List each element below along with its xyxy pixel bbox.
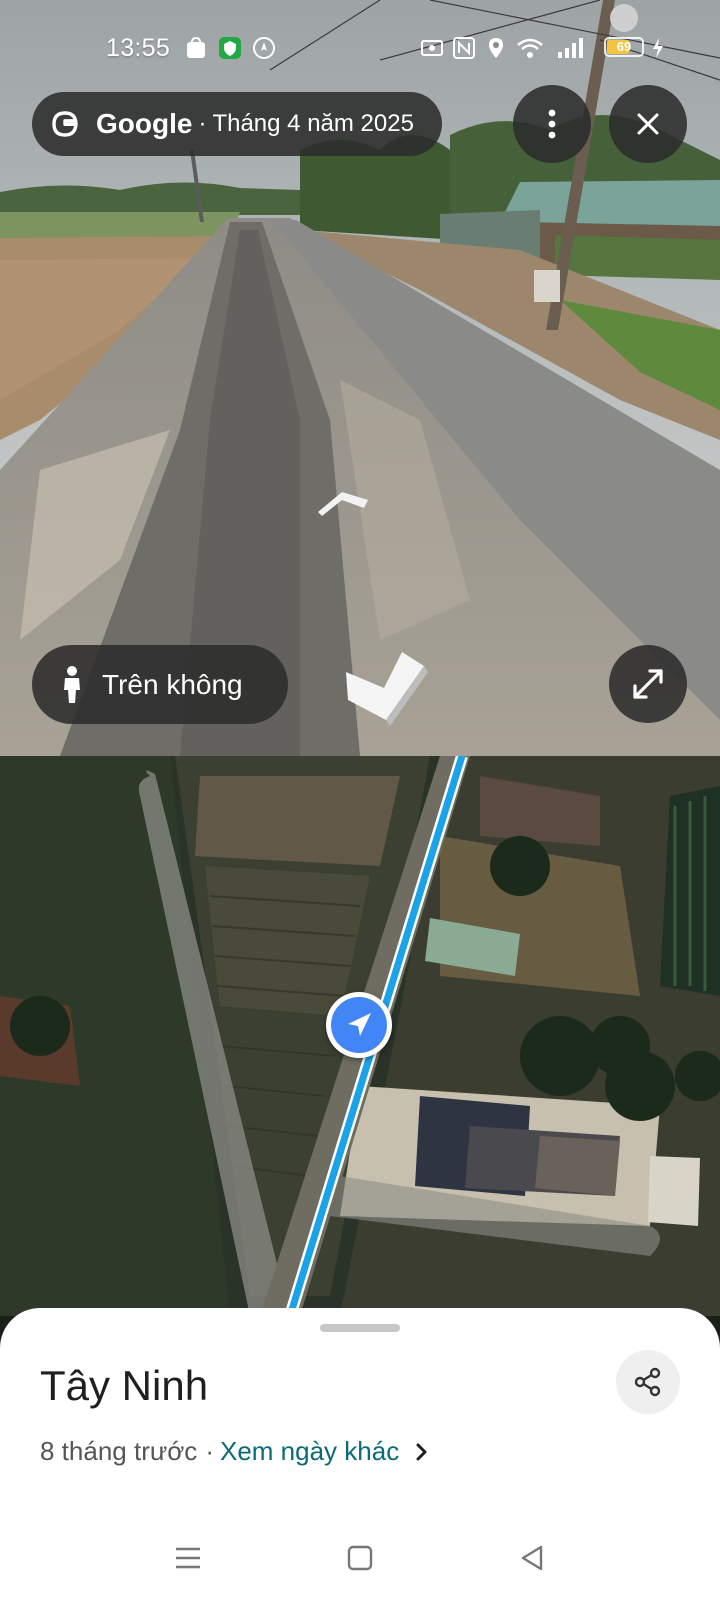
charging-icon xyxy=(650,36,674,60)
menu-icon xyxy=(176,1547,200,1569)
more-vertical-icon xyxy=(548,109,556,139)
signal-icon xyxy=(556,36,583,60)
google-g-logo xyxy=(52,111,78,137)
google-brand: Google xyxy=(96,108,193,139)
home-square-icon xyxy=(347,1545,373,1571)
current-location-marker[interactable] xyxy=(326,992,392,1058)
share-button[interactable] xyxy=(616,1350,680,1414)
menu-button[interactable] xyxy=(168,1538,208,1578)
more-options-button[interactable] xyxy=(513,85,591,163)
shield-icon xyxy=(218,36,242,60)
aerial-view-button[interactable]: Trên không xyxy=(32,645,288,724)
capture-date-pill[interactable]: Google · Tháng 4 năm 2025 xyxy=(32,92,442,156)
drag-handle[interactable] xyxy=(320,1324,400,1332)
close-icon xyxy=(637,113,659,135)
navigation-arrow-icon xyxy=(348,1013,371,1036)
home-button[interactable] xyxy=(340,1538,380,1578)
nfc-icon xyxy=(420,36,444,60)
expand-diagonal-icon xyxy=(633,669,663,699)
expand-button[interactable] xyxy=(609,645,687,723)
system-nav-bar xyxy=(0,1520,720,1600)
chevron-right-icon[interactable] xyxy=(415,1442,429,1462)
pegman-icon xyxy=(64,665,80,703)
separator: · xyxy=(198,110,207,137)
status-bar: 13:55 69 xyxy=(0,26,720,70)
aerial-view-label: Trên không xyxy=(102,668,243,700)
shopee-icon xyxy=(184,36,208,60)
capture-info-row: 8 tháng trước · Xem ngày khác xyxy=(40,1436,429,1467)
street-view-panorama[interactable]: 13:55 69 Google · Tháng 4 năm 2025 Trên … xyxy=(0,0,720,756)
back-button[interactable] xyxy=(512,1538,552,1578)
clock: 13:55 xyxy=(106,34,171,62)
compass-icon xyxy=(252,36,276,60)
wifi-icon xyxy=(516,36,543,60)
share-icon xyxy=(634,1367,661,1397)
separator: · xyxy=(205,1436,214,1466)
capture-age: 8 tháng trước xyxy=(40,1436,198,1466)
back-triangle-icon xyxy=(521,1545,543,1571)
place-title: Tây Ninh xyxy=(40,1362,209,1409)
location-pin-icon xyxy=(484,36,508,60)
battery-icon: 69 xyxy=(604,37,644,57)
capture-date: Tháng 4 năm 2025 xyxy=(212,110,414,137)
see-other-dates-link[interactable]: Xem ngày khác xyxy=(220,1436,399,1467)
n-icon xyxy=(452,36,476,60)
close-button[interactable] xyxy=(609,85,687,163)
